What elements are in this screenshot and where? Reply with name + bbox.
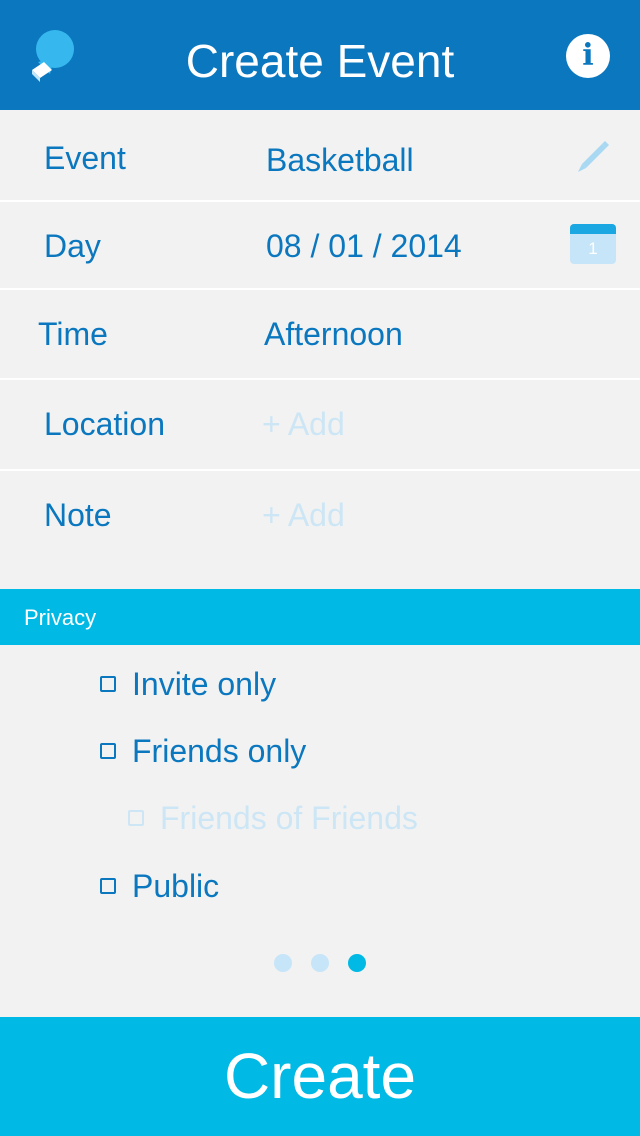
day-row[interactable]: Day 08 / 01 / 2014 [0,202,640,290]
location-add-button[interactable]: + Add [262,406,345,443]
day-label: Day [44,228,101,264]
page-title: Create Event [185,35,455,87]
event-row[interactable]: Event Basketball [0,110,640,202]
calendar-header [570,224,616,234]
checkbox[interactable] [128,810,144,826]
checkbox[interactable] [100,743,116,759]
privacy-option-label: Public [132,868,220,904]
page-dot-2[interactable] [311,954,329,972]
privacy-option-friends-of-friends[interactable]: Friends of Friends [128,800,418,837]
page-dot-3[interactable] [348,954,366,972]
location-row[interactable]: Location + Add [0,380,640,471]
event-label: Event [44,140,126,176]
privacy-label: Privacy [24,605,97,630]
checkbox[interactable] [100,878,116,894]
checkbox[interactable] [100,676,116,692]
pencil-icon[interactable] [574,136,612,174]
privacy-option-label: Invite only [132,666,277,702]
calendar-icon[interactable]: 1 [570,224,616,264]
create-button[interactable]: Create [0,1017,640,1136]
privacy-section-header: Privacy [0,589,640,645]
privacy-option-public[interactable]: Public [100,868,219,905]
note-add-button[interactable]: + Add [262,497,345,534]
time-value[interactable]: Afternoon [264,316,403,353]
note-label: Note [44,497,112,533]
privacy-option-label: Friends only [132,733,307,769]
privacy-option-invite-only[interactable]: Invite only [100,666,276,703]
day-value[interactable]: 08 / 01 / 2014 [266,228,462,265]
privacy-option-friends-only[interactable]: Friends only [100,733,306,770]
info-icon[interactable]: i [566,34,610,78]
location-label: Location [44,406,165,442]
calendar-day-number: 1 [588,239,598,258]
time-label: Time [38,316,108,352]
time-row[interactable]: Time Afternoon [0,290,640,380]
note-row[interactable]: Note + Add [0,471,640,589]
page-dot-1[interactable] [274,954,292,972]
privacy-option-label: Friends of Friends [160,800,418,836]
event-value[interactable]: Basketball [266,142,414,179]
top-bar: Create Event i [0,0,640,110]
